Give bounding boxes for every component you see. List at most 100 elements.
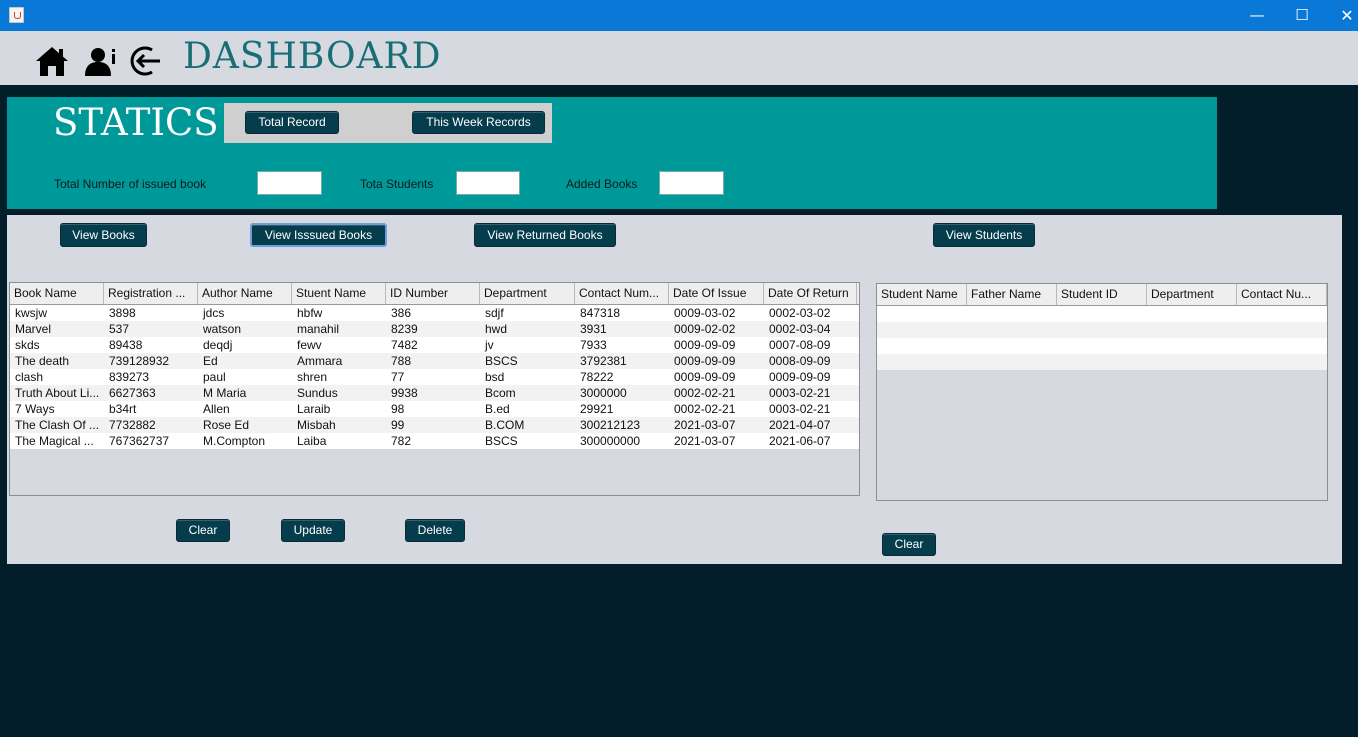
table-cell: 99 (391, 418, 405, 432)
table-cell: 300000000 (580, 434, 641, 448)
table-row[interactable]: clash 839273 paul shren 77 bsd 78222 0009-09-09… (10, 369, 859, 385)
total-record-button[interactable]: Total Record (245, 111, 339, 134)
delete-button[interactable]: Delete (405, 519, 465, 542)
table-cell: Laraib (297, 402, 331, 416)
view-books-button[interactable]: View Books (60, 223, 147, 247)
students-column-header[interactable]: Department (1147, 284, 1237, 305)
table-row[interactable]: 7 Ways b34rt Allen Laraib 98 B.ed 29921 0002-02… (10, 401, 859, 417)
table-cell: 2021-03-07 (674, 418, 736, 432)
books-clear-button[interactable]: Clear (176, 519, 230, 542)
students-column-header[interactable]: Father Name (967, 284, 1057, 305)
table-cell: 0002-03-02 (769, 306, 831, 320)
table-cell: 2021-06-07 (769, 434, 831, 448)
table-cell: 3792381 (580, 354, 627, 368)
table-row[interactable] (877, 354, 1327, 370)
this-week-records-button[interactable]: This Week Records (412, 111, 545, 134)
table-cell: bsd (485, 370, 505, 384)
table-row[interactable]: Marvel 537 watson manahil 8239 hwd 3931 0009-02… (10, 321, 859, 337)
table-cell: skds (15, 338, 40, 352)
table-cell: BSCS (485, 354, 518, 368)
students-column-header[interactable]: Student Name (877, 284, 967, 305)
statics-title: STATICS (53, 101, 219, 144)
books-column-header[interactable]: Contact Num... (575, 283, 669, 304)
students-column-header[interactable]: Contact Nu... (1237, 284, 1327, 305)
table-cell: 0009-09-09 (674, 354, 736, 368)
table-cell: kwsjw (15, 306, 47, 320)
logout-icon[interactable] (128, 43, 164, 79)
table-cell: 3000000 (580, 386, 627, 400)
table-row[interactable] (877, 338, 1327, 354)
added-books-field[interactable] (659, 171, 724, 195)
home-icon[interactable] (34, 43, 70, 79)
books-column-header[interactable]: Registration ... (104, 283, 198, 304)
students-clear-button[interactable]: Clear (882, 533, 936, 556)
added-books-label: Added Books (566, 177, 638, 191)
table-cell: 767362737 (109, 434, 170, 448)
issued-books-field[interactable] (257, 171, 322, 195)
table-cell: jv (485, 338, 494, 352)
statics-panel: STATICS Total Record This Week Records T… (7, 97, 1217, 209)
view-students-button[interactable]: View Students (933, 223, 1035, 247)
table-row[interactable] (877, 322, 1327, 338)
books-column-header[interactable]: Author Name (198, 283, 292, 304)
table-cell: b34rt (109, 402, 137, 416)
maximize-button[interactable]: ☐ (1279, 0, 1325, 31)
table-cell: watson (203, 322, 242, 336)
table-cell: 6627363 (109, 386, 156, 400)
view-issued-books-button[interactable]: View Isssued Books (250, 223, 387, 247)
books-column-header[interactable]: Date Of Issue (669, 283, 764, 304)
table-row[interactable]: Truth About Li... 6627363 M Maria Sundus 993… (10, 385, 859, 401)
table-cell: 77 (391, 370, 405, 384)
minimize-button[interactable]: — (1234, 0, 1280, 31)
table-cell: M.Compton (203, 434, 266, 448)
table-cell: 386 (391, 306, 412, 320)
table-cell: 0009-09-09 (769, 370, 831, 384)
table-cell: 300212123 (580, 418, 641, 432)
table-cell: 3898 (109, 306, 136, 320)
table-cell: hwd (485, 322, 508, 336)
records-panel: View Books View Isssued Books View Retur… (7, 215, 1342, 564)
table-row[interactable]: The death 739128932 Ed Ammara 788 BSCS 3792381… (10, 353, 859, 369)
books-column-header[interactable]: ID Number (386, 283, 480, 304)
table-cell: 537 (109, 322, 130, 336)
table-row[interactable]: kwsjw 3898 jdcs hbfw 386 sdjf 847318 0009-03-02… (10, 305, 859, 321)
table-cell: 0002-02-21 (674, 402, 736, 416)
view-returned-books-button[interactable]: View Returned Books (474, 223, 616, 247)
table-cell: B.COM (485, 418, 525, 432)
table-cell: 89438 (109, 338, 143, 352)
students-table[interactable]: Student Name Father Name Student ID Departm… (876, 283, 1328, 501)
table-cell: 847318 (580, 306, 621, 320)
table-cell: 0009-09-09 (674, 370, 736, 384)
table-cell: 0002-02-21 (674, 386, 736, 400)
students-column-header[interactable]: Student ID (1057, 284, 1147, 305)
table-row[interactable]: The Clash Of ... 7732882 Rose Ed Misbah 99 B.… (10, 417, 859, 433)
close-button[interactable]: ✕ (1324, 0, 1358, 31)
books-column-header[interactable]: Date Of Return (764, 283, 857, 304)
table-row[interactable]: skds 89438 deqdj fewv 7482 jv 7933 0009-09-09 00… (10, 337, 859, 353)
books-table-header: Book Name Registration ... Author Name Stue… (10, 283, 859, 305)
books-column-header[interactable]: Department (480, 283, 575, 304)
page-title: DASHBOARD (183, 36, 442, 77)
total-students-field[interactable] (456, 171, 520, 195)
table-cell: Ammara (297, 354, 343, 368)
students-table-header: Student Name Father Name Student ID Departm… (877, 284, 1327, 306)
update-button[interactable]: Update (281, 519, 345, 542)
table-cell: Allen (203, 402, 230, 416)
table-cell: 0009-03-02 (674, 306, 736, 320)
table-row[interactable] (877, 306, 1327, 322)
user-info-icon[interactable] (83, 43, 119, 79)
table-cell: sdjf (485, 306, 504, 320)
table-cell: jdcs (203, 306, 225, 320)
table-cell: clash (15, 370, 44, 384)
books-column-header[interactable]: Stuent Name (292, 283, 386, 304)
table-cell: The death (15, 354, 70, 368)
table-cell: 782 (391, 434, 412, 448)
books-table[interactable]: Book Name Registration ... Author Name Stue… (9, 282, 860, 496)
table-cell: 0008-09-09 (769, 354, 831, 368)
issued-books-label: Total Number of issued book (54, 177, 207, 191)
table-row[interactable]: The Magical ... 767362737 M.Compton Laiba 78… (10, 433, 859, 449)
table-cell: BSCS (485, 434, 518, 448)
table-cell: manahil (297, 322, 340, 336)
table-cell: 2021-04-07 (769, 418, 831, 432)
books-column-header[interactable]: Book Name (10, 283, 104, 304)
